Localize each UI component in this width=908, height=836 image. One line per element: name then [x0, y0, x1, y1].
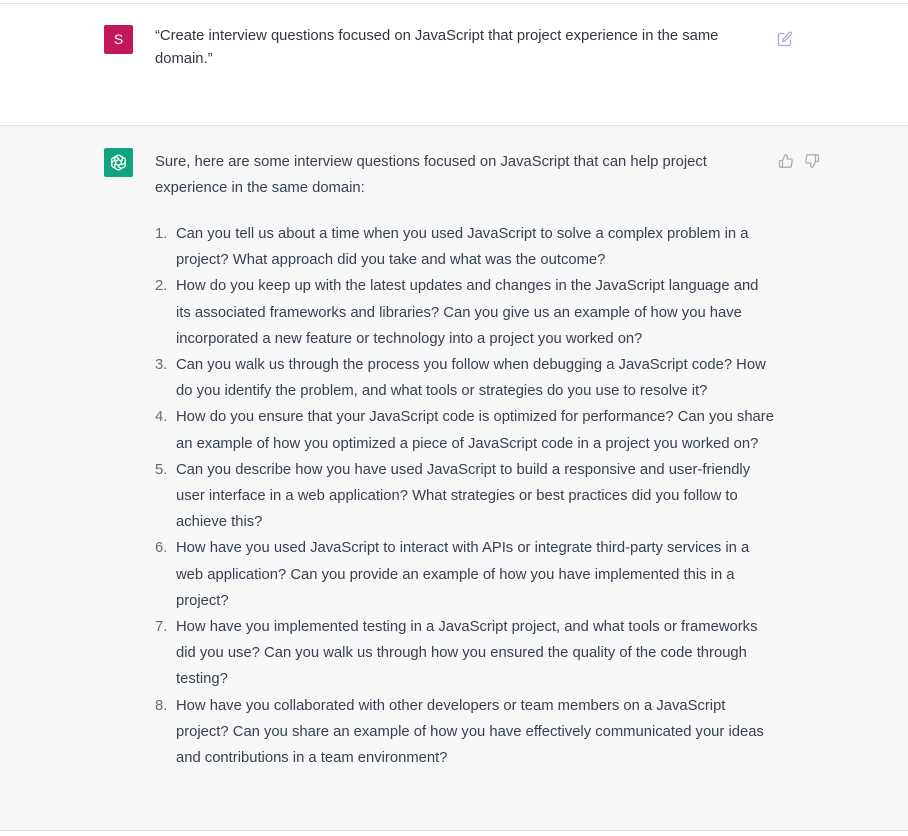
list-item: 7. How have you implemented testing in a … [155, 614, 775, 693]
openai-logo-icon [111, 154, 126, 171]
list-item-number: 8. [155, 697, 168, 714]
list-item-number: 4. [155, 409, 168, 426]
list-item-text: Can you describe how you have used JavaS… [176, 461, 751, 531]
list-item-text: How have you collaborated with other dev… [176, 697, 764, 767]
list-item: 6. How have you used JavaScript to intera… [155, 535, 775, 614]
list-item-text: How have you implemented testing in a Ja… [176, 619, 758, 688]
user-message-text: “Create interview questions focused on J… [155, 28, 719, 67]
list-item: 3. Can you walk us through the process yo… [155, 352, 775, 404]
question-list: 1. Can you tell us about a time when you … [155, 221, 775, 771]
list-item: 8. How have you collaborated with other d… [155, 693, 775, 772]
assistant-message: Sure, here are some interview questions … [0, 126, 908, 831]
list-item-text: How do you ensure that your JavaScript c… [176, 409, 774, 452]
list-item-number: 6. [155, 540, 168, 557]
thumbs-up-icon[interactable] [778, 153, 794, 169]
list-item-text: How have you used JavaScript to interact… [176, 540, 750, 609]
list-item-number: 5. [155, 461, 168, 478]
chat-page: S “Create interview questions focused on… [0, 0, 908, 836]
list-item: 5. Can you describe how you have used Jav… [155, 457, 775, 536]
list-item: 1. Can you tell us about a time when you … [155, 221, 775, 273]
thumbs-down-icon[interactable] [804, 153, 820, 169]
assistant-intro: Sure, here are some interview questions … [155, 154, 707, 196]
assistant-avatar [104, 148, 133, 177]
list-item: 2. How do you keep up with the latest upd… [155, 273, 775, 352]
list-item-text: How do you keep up with the latest updat… [176, 278, 759, 347]
list-item-number: 2. [155, 278, 168, 295]
list-item-number: 3. [155, 357, 168, 374]
user-message: S “Create interview questions focused on… [0, 4, 908, 126]
list-item: 4. How do you ensure that your JavaScript… [155, 404, 775, 456]
user-avatar: S [104, 25, 133, 54]
edit-icon[interactable] [777, 31, 793, 47]
list-item-text: Can you walk us through the process you … [176, 357, 766, 400]
list-item-number: 7. [155, 619, 168, 636]
list-item-text: Can you tell us about a time when you us… [176, 226, 749, 269]
list-item-number: 1. [155, 226, 168, 242]
